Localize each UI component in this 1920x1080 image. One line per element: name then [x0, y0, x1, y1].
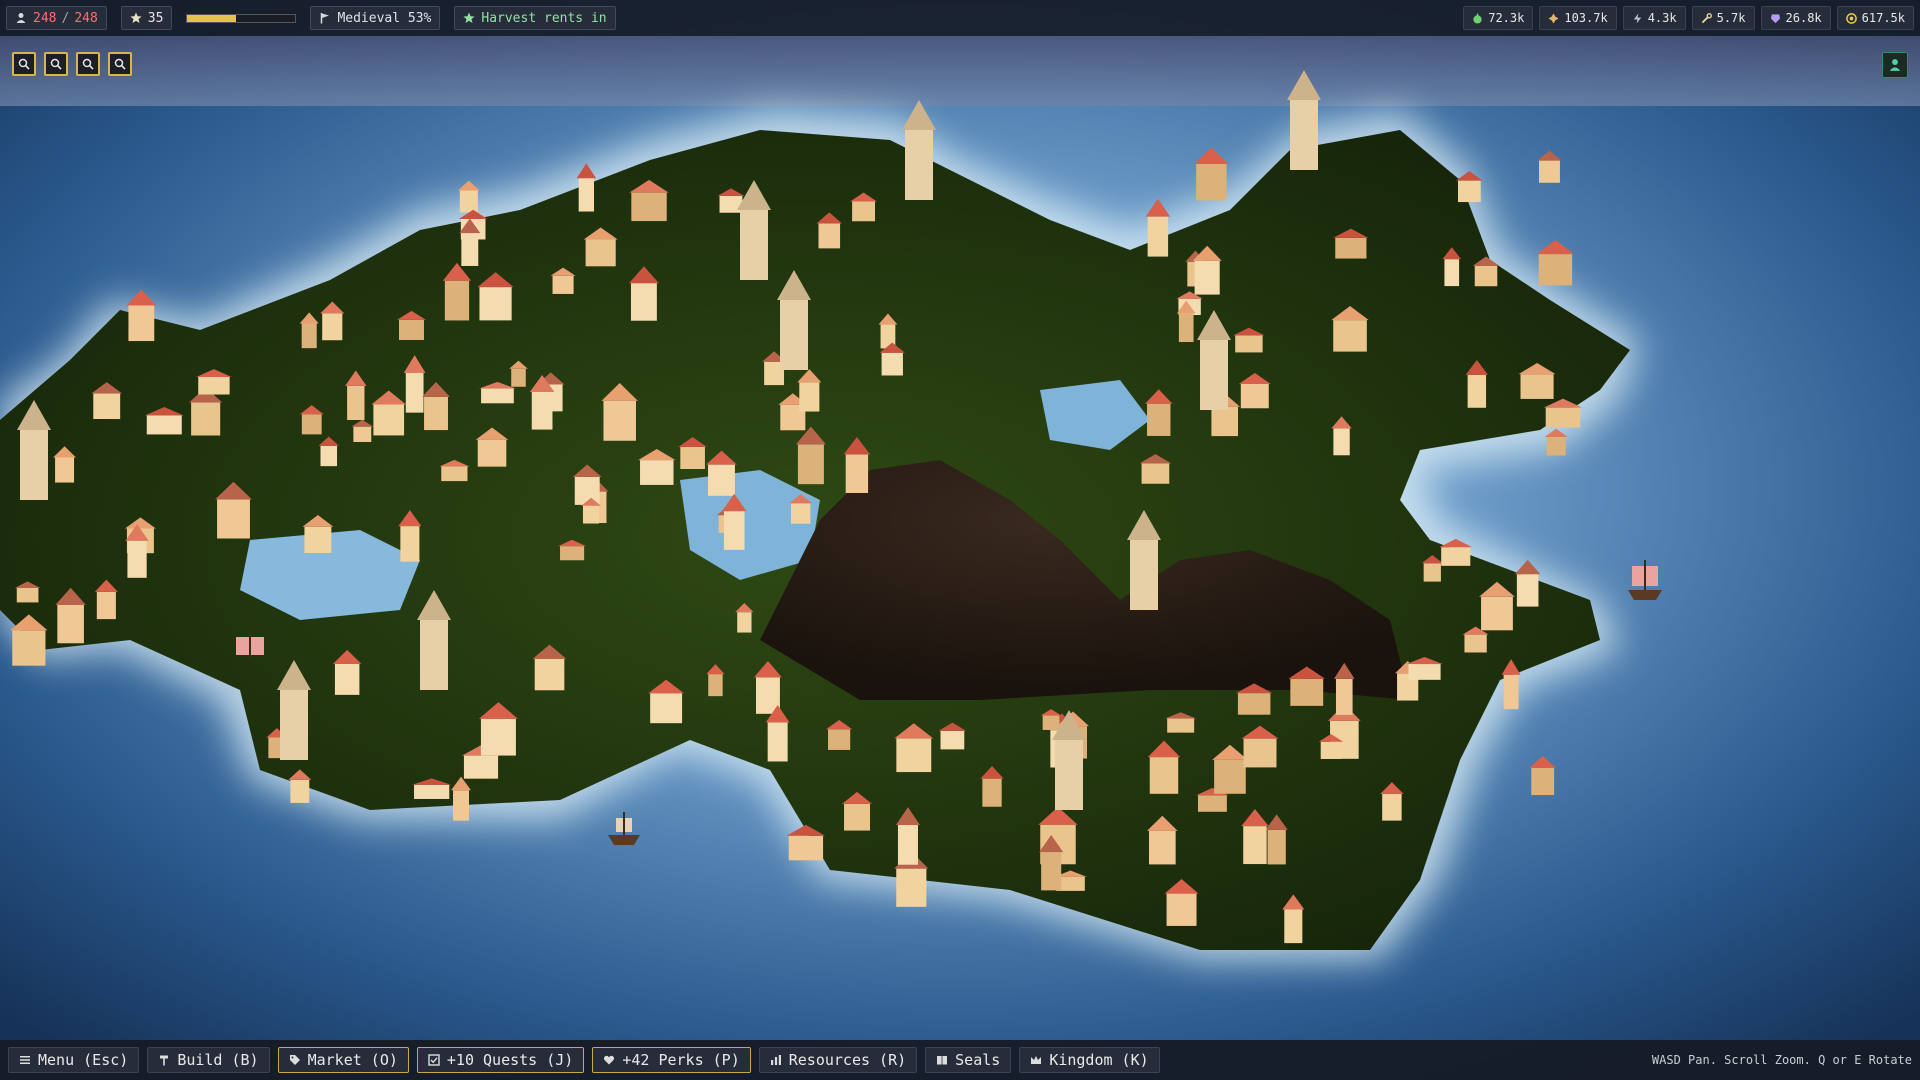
seals-button[interactable]: Seals	[925, 1047, 1012, 1073]
wood-value: 103.7k	[1564, 11, 1608, 25]
zoom-icon	[18, 58, 30, 70]
person-icon	[16, 13, 26, 23]
wood-icon	[1548, 12, 1559, 24]
kingdom-button-label: Kingdom (K)	[1049, 1051, 1149, 1069]
person-icon	[1889, 59, 1901, 71]
wood-resource[interactable]: 103.7k	[1539, 6, 1617, 30]
heart-icon	[604, 1055, 615, 1065]
star-icon	[130, 12, 142, 23]
tools-value: 5.7k	[1716, 11, 1746, 25]
objective-indicator[interactable]: Harvest rents in	[454, 6, 616, 30]
level-value: 35	[147, 10, 164, 26]
build-button-label: Build (B)	[177, 1051, 259, 1069]
zoom-icon	[114, 58, 126, 70]
game-viewport[interactable]	[0, 0, 1920, 1080]
stone-value: 4.3k	[1647, 11, 1677, 25]
top-status-bar: 248 / 248 35 Medieval 53% Harvest rents …	[0, 0, 1920, 36]
food-resource[interactable]: 72.3k	[1463, 6, 1534, 30]
perks-button[interactable]: +42 Perks (P)	[592, 1047, 751, 1073]
xp-progress-bar	[186, 13, 297, 23]
food-icon	[1473, 12, 1482, 24]
food-value: 72.3k	[1488, 11, 1525, 25]
tools-resource[interactable]: 5.7k	[1691, 6, 1755, 30]
book-icon	[937, 1056, 948, 1065]
seals-button-label: Seals	[955, 1051, 1001, 1069]
island-scene	[0, 0, 1920, 1080]
profile-button[interactable]	[1882, 52, 1908, 78]
star-icon	[463, 12, 475, 23]
objective-label: Harvest rents in	[481, 10, 607, 26]
tag-icon	[289, 1055, 300, 1065]
era-indicator[interactable]: Medieval 53%	[310, 6, 441, 30]
resource-counters: 72.3k 103.7k 4.3k 5.7k 26.8k 617.5k	[1457, 6, 1914, 30]
flag-icon	[321, 13, 330, 24]
boat	[1628, 560, 1662, 600]
crown-icon	[1031, 1056, 1042, 1064]
menu-button[interactable]: Menu (Esc)	[8, 1047, 140, 1073]
horizon-haze	[0, 36, 1920, 106]
perks-button-label: +42 Perks (P)	[622, 1051, 740, 1069]
resources-button-label: Resources (R)	[788, 1051, 907, 1069]
gem-value: 26.8k	[1785, 11, 1822, 25]
zoom-button-4[interactable]	[108, 52, 132, 76]
market-button-label: Market (O)	[307, 1051, 398, 1069]
quests-button[interactable]: +10 Quests (J)	[416, 1047, 585, 1073]
coin-icon	[1845, 12, 1857, 24]
zoom-button-2[interactable]	[44, 52, 68, 76]
menu-button-label: Menu (Esc)	[38, 1051, 129, 1069]
resources-button[interactable]: Resources (R)	[758, 1047, 918, 1073]
controls-hint: WASD Pan. Scroll Zoom. Q or E Rotate	[1651, 1053, 1912, 1067]
zoom-button-1[interactable]	[12, 52, 36, 76]
menu-icon	[20, 1056, 30, 1064]
population-max: 248	[74, 10, 98, 26]
bar-chart-icon	[770, 1055, 781, 1065]
build-button[interactable]: Build (B)	[147, 1047, 270, 1073]
hammer-icon	[160, 1055, 169, 1066]
stone-icon	[1633, 12, 1641, 24]
bottom-action-bar: Menu (Esc) Build (B) Market (O) +10 Ques…	[0, 1040, 1920, 1080]
zoom-button-3[interactable]	[76, 52, 100, 76]
checkbox-icon	[428, 1054, 440, 1066]
population-current: 248	[33, 10, 57, 26]
camera-toolbar	[12, 52, 140, 76]
zoom-icon	[82, 58, 94, 70]
gem-resource[interactable]: 26.8k	[1760, 6, 1831, 30]
xp-progress-fill	[187, 14, 237, 22]
stone-resource[interactable]: 4.3k	[1622, 6, 1686, 30]
zoom-icon	[50, 58, 62, 70]
kingdom-button[interactable]: Kingdom (K)	[1019, 1047, 1160, 1073]
coin-resource[interactable]: 617.5k	[1836, 6, 1914, 30]
era-label: Medieval 53%	[337, 10, 432, 26]
population-counter[interactable]: 248 / 248	[6, 6, 107, 30]
tools-icon	[1701, 12, 1712, 23]
population-separator: /	[61, 10, 70, 26]
market-button[interactable]: Market (O)	[277, 1047, 409, 1073]
level-badge[interactable]: 35	[120, 6, 173, 30]
coin-value: 617.5k	[1861, 11, 1905, 25]
quests-button-label: +10 Quests (J)	[446, 1051, 574, 1069]
gem-icon	[1770, 13, 1780, 23]
